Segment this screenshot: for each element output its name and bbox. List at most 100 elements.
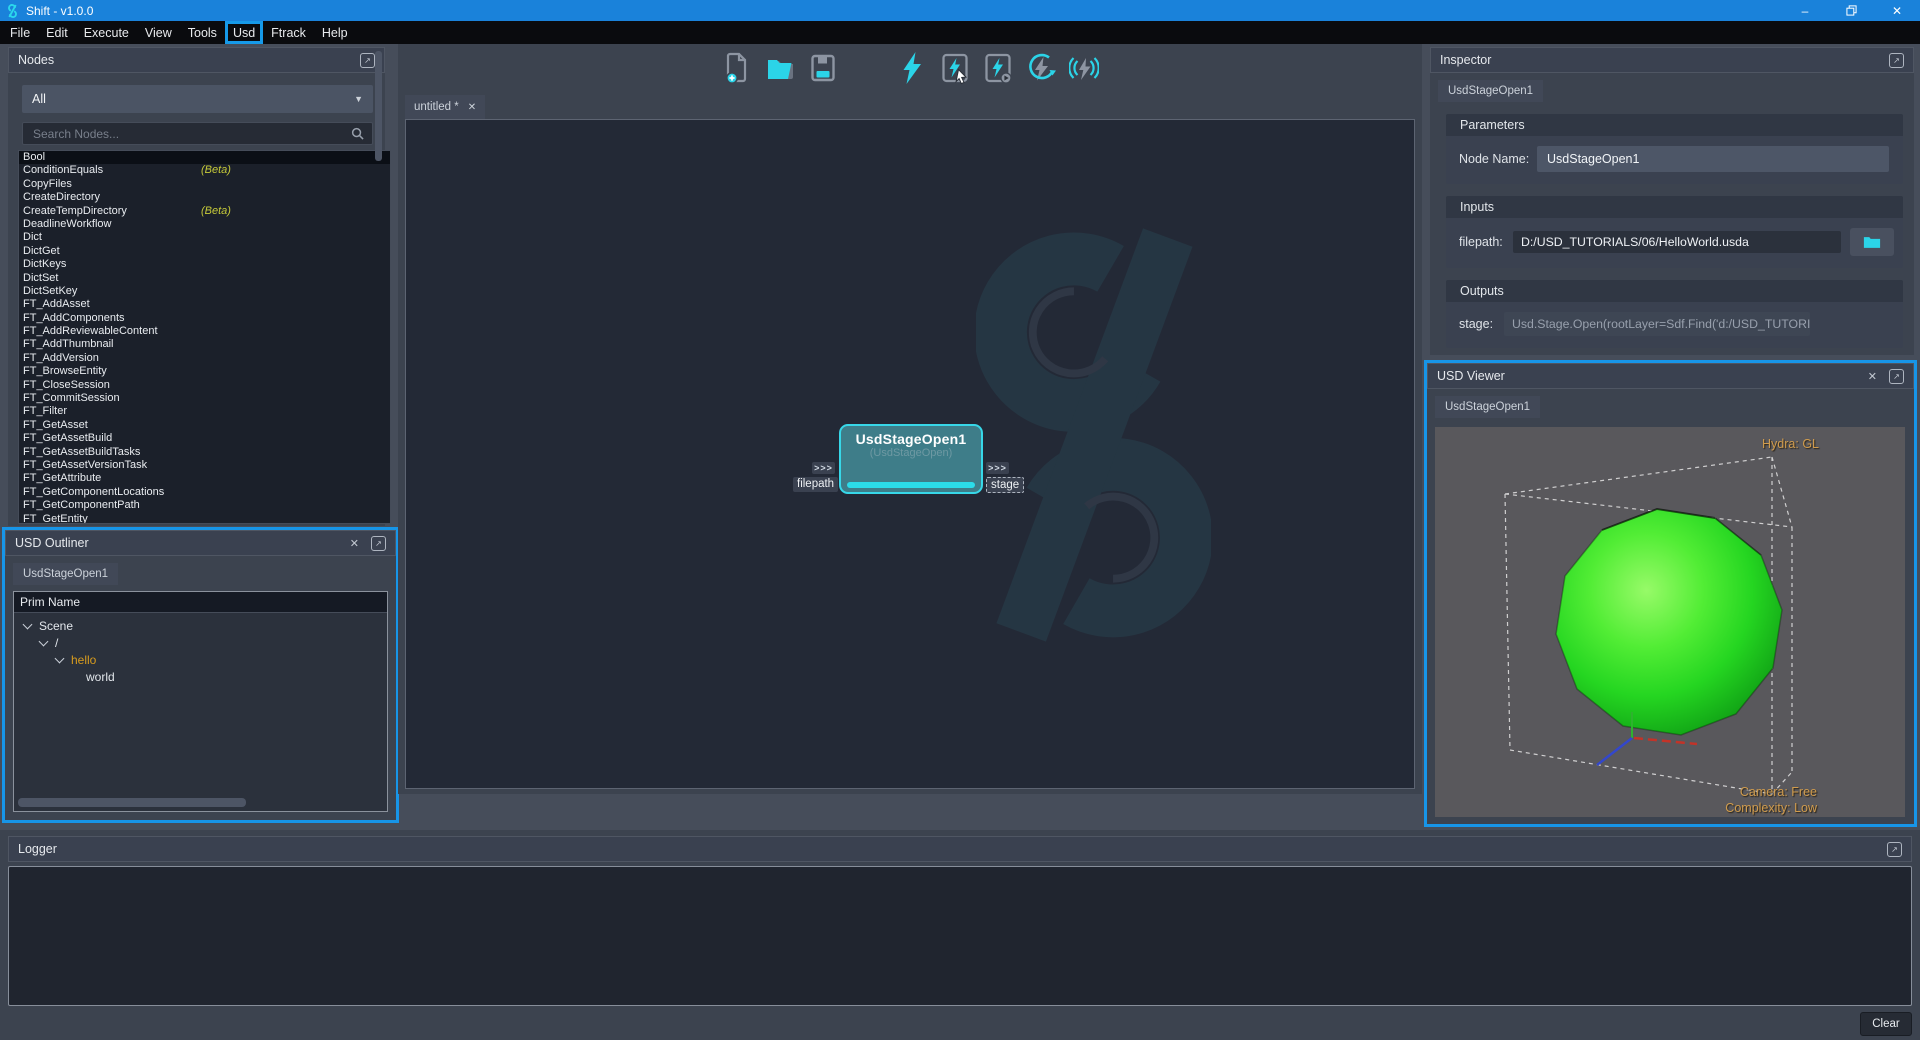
save-scene-icon[interactable] [808, 51, 838, 85]
viewer-viewport[interactable]: Hydra: GL Camera: Free Complexity: Low [1435, 427, 1905, 817]
menu-item-ftrack[interactable]: Ftrack [263, 21, 314, 44]
outliner-header: USD Outliner ✕ ↗ [5, 530, 396, 556]
restore-button[interactable] [1828, 0, 1874, 21]
node-type-item[interactable]: DictKeys [19, 258, 390, 271]
node-type-item[interactable]: FT_GetAssetVersionTask [19, 459, 390, 472]
outputs-section: Outputs stage: Usd.Stage.Open(rootLayer=… [1446, 280, 1903, 348]
node-type-item[interactable]: FT_AddComponents [19, 312, 390, 325]
node-type-item[interactable]: FT_BrowseEntity [19, 365, 390, 378]
search-input[interactable] [31, 126, 351, 142]
node-filter-dropdown[interactable]: All ▼ [22, 85, 373, 113]
graph-tab-untitled[interactable]: untitled * ✕ [405, 95, 485, 119]
logger-output-area[interactable] [8, 866, 1912, 1006]
output-port-chevrons[interactable]: >>> [986, 462, 1009, 474]
node-list-scrollbar[interactable] [375, 51, 382, 161]
minimize-button[interactable]: – [1782, 0, 1828, 21]
menu-item-usd[interactable]: Usd [225, 21, 263, 44]
viewer-tab[interactable]: UsdStageOpen1 [1435, 396, 1540, 418]
node-type-item[interactable]: FT_AddThumbnail [19, 338, 390, 351]
green-sphere [1556, 509, 1782, 735]
float-panel-icon[interactable]: ↗ [1889, 369, 1904, 384]
tab-close-icon[interactable]: ✕ [468, 102, 476, 113]
new-scene-icon[interactable] [722, 51, 752, 85]
output-port-label[interactable]: stage [986, 477, 1024, 493]
node-type-item[interactable]: FT_CommitSession [19, 392, 390, 405]
node-type-item[interactable]: CreateDirectory [19, 191, 390, 204]
close-panel-icon[interactable]: ✕ [1868, 370, 1877, 383]
float-panel-icon[interactable]: ↗ [1887, 842, 1902, 857]
viewer-title: USD Viewer [1437, 369, 1505, 383]
menu-item-execute[interactable]: Execute [76, 21, 137, 44]
usd-stage-open-node[interactable]: UsdStageOpen1 (UsdStageOpen) [839, 424, 983, 494]
expand-chevron-icon[interactable] [39, 636, 49, 646]
node-type-item[interactable]: FT_GetEntity [19, 513, 390, 524]
node-type-item[interactable]: FT_GetComponentLocations [19, 486, 390, 499]
prim-name-column-header: Prim Name [14, 592, 387, 613]
node-type-item[interactable]: FT_Filter [19, 405, 390, 418]
outliner-tab[interactable]: UsdStageOpen1 [13, 563, 118, 585]
outputs-section-header: Outputs [1446, 280, 1903, 302]
node-type-item[interactable]: DictGet [19, 245, 390, 258]
menu-item-file[interactable]: File [2, 21, 38, 44]
tree-item[interactable]: hello [14, 651, 387, 668]
tree-item[interactable]: world [14, 668, 387, 685]
expand-chevron-icon[interactable] [23, 619, 33, 629]
window-title: Shift - v1.0.0 [26, 4, 93, 18]
inspector-tab[interactable]: UsdStageOpen1 [1438, 80, 1543, 102]
parameters-section-header: Parameters [1446, 114, 1903, 136]
outliner-tree: Scene/helloworld [14, 613, 387, 685]
clear-log-button[interactable]: Clear [1860, 1012, 1912, 1036]
float-panel-icon[interactable]: ↗ [360, 53, 375, 68]
node-type-item[interactable]: CreateTempDirectory(Beta) [19, 205, 390, 218]
menu-item-tools[interactable]: Tools [180, 21, 225, 44]
node-type-item[interactable]: FT_AddAsset [19, 298, 390, 311]
node-type-item[interactable]: CopyFiles [19, 178, 390, 191]
node-type-item[interactable]: FT_GetAssetBuild [19, 432, 390, 445]
menu-item-help[interactable]: Help [314, 21, 356, 44]
filepath-label: filepath: [1459, 235, 1513, 249]
axis-z-blue [1597, 738, 1632, 765]
node-type-item[interactable]: DictSet [19, 272, 390, 285]
node-type-item[interactable]: FT_GetAttribute [19, 472, 390, 485]
axis-x-red [1634, 738, 1697, 744]
input-port-label[interactable]: filepath [793, 477, 838, 492]
node-type-item[interactable]: FT_AddReviewableContent [19, 325, 390, 338]
beta-badge: (Beta) [201, 164, 231, 178]
node-type-item[interactable]: FT_GetAssetBuildTasks [19, 446, 390, 459]
node-type-item[interactable]: FT_AddVersion [19, 352, 390, 365]
browse-file-button[interactable] [1850, 228, 1894, 256]
filepath-field[interactable] [1513, 231, 1841, 253]
tree-item[interactable]: / [14, 634, 387, 651]
close-panel-icon[interactable]: ✕ [350, 537, 359, 550]
logger-title: Logger [18, 842, 57, 856]
node-graph-view[interactable]: >>> filepath UsdStageOpen1 (UsdStageOpen… [405, 119, 1415, 789]
node-type-item[interactable]: DictSetKey [19, 285, 390, 298]
float-panel-icon[interactable]: ↗ [371, 536, 386, 551]
execute-selected-icon[interactable] [940, 51, 970, 85]
node-type-item[interactable]: Bool [19, 151, 390, 164]
node-name-field[interactable] [1537, 146, 1889, 172]
tree-item[interactable]: Scene [14, 617, 387, 634]
node-type-item[interactable]: FT_CloseSession [19, 379, 390, 392]
node-type-item[interactable]: Dict [19, 231, 390, 244]
live-execution-icon[interactable] [1069, 51, 1099, 85]
node-type-item[interactable]: DeadlineWorkflow [19, 218, 390, 231]
execute-from-selected-icon[interactable] [983, 51, 1013, 85]
input-port-chevrons[interactable]: >>> [812, 462, 835, 474]
execute-icon[interactable] [897, 51, 927, 85]
node-type-item[interactable]: ConditionEquals(Beta) [19, 164, 390, 177]
node-type-item[interactable]: FT_GetComponentPath [19, 499, 390, 512]
expand-chevron-icon[interactable] [55, 653, 65, 663]
menu-item-edit[interactable]: Edit [38, 21, 76, 44]
float-panel-icon[interactable]: ↗ [1889, 53, 1904, 68]
chevron-down-icon: ▼ [354, 94, 363, 104]
folder-icon [1863, 235, 1881, 250]
re-execute-icon[interactable] [1026, 51, 1056, 85]
node-type-item[interactable]: FT_GetAsset [19, 419, 390, 432]
graph-toolbar [398, 51, 1422, 85]
menu-item-view[interactable]: View [137, 21, 180, 44]
beta-badge: (Beta) [201, 205, 231, 219]
open-scene-icon[interactable] [765, 51, 795, 85]
close-button[interactable]: ✕ [1874, 0, 1920, 21]
outliner-hscrollbar[interactable] [18, 798, 246, 807]
